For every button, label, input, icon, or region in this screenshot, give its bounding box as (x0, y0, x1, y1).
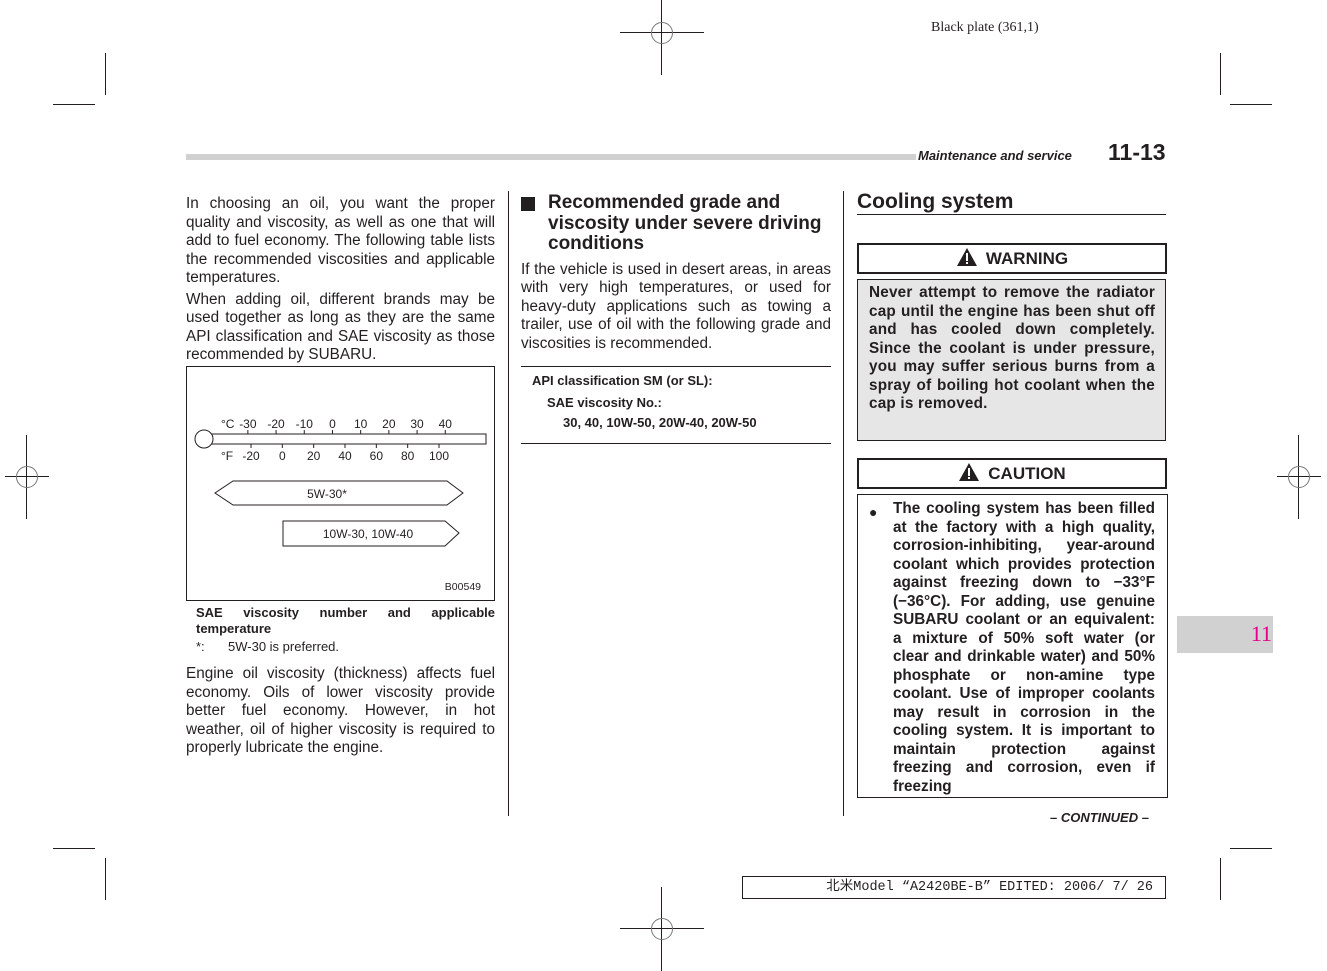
note-key: *: (196, 639, 205, 654)
caution-label: CAUTION (988, 464, 1066, 483)
crop-mark (1220, 858, 1221, 900)
column-divider (508, 191, 509, 816)
chapter-number: 11 (1250, 621, 1272, 646)
warning-triangle-icon (959, 463, 980, 481)
note-text: 5W-30 is preferred. (228, 639, 340, 654)
warning-label: WARNING (985, 249, 1069, 268)
page-number: 11-13 (1108, 139, 1166, 165)
caution-header: CAUTION (857, 458, 1167, 489)
fahrenheit-tick-label: 100 (429, 449, 449, 463)
celsius-tick-label: -10 (296, 417, 314, 431)
registration-mark-bottom (620, 887, 704, 971)
paragraph: When adding oil, different brands may be… (186, 290, 495, 364)
thermometer-tube (211, 433, 487, 445)
crop-mark (53, 104, 95, 105)
section-heading: Recommended grade and viscosity under se… (548, 192, 822, 254)
crop-mark (1230, 104, 1272, 105)
crop-mark (105, 53, 106, 95)
crop-mark (1220, 53, 1221, 95)
chapter-tab: 11 (1177, 616, 1273, 653)
fahrenheit-tick-label: 0 (279, 449, 286, 463)
oil-spec-box: API classification SM (or SL): SAE visco… (521, 366, 831, 444)
caution-text: The cooling system has been filled at th… (893, 500, 1155, 795)
paragraph: Engine oil viscosity (thickness) affects… (186, 665, 495, 756)
plate-label: Black plate (361,1) (931, 20, 1039, 35)
crop-mark (1230, 848, 1272, 849)
range-label-5w30: 5W-30* (307, 487, 347, 501)
warning-header: WARNING (857, 243, 1167, 274)
print-footer: 北米Model “A2420BE-B” EDITED: 2006/ 7/ 26 (742, 876, 1166, 899)
sae-label: SAE viscosity No.: (547, 395, 662, 410)
viscosity-figure: °C °F -30 -20 -10 0 10 20 30 40 -20 0 20 40 60 80 100… (186, 366, 495, 601)
continued-label: – CONTINUED – (1050, 810, 1149, 825)
thermometer-bulb (194, 429, 214, 449)
fahrenheit-tick-label: 80 (401, 449, 415, 463)
paragraph: If the vehicle is used in desert areas, … (521, 260, 831, 352)
paragraph: In choosing an oil, you want the proper … (186, 195, 495, 286)
celsius-tick-label: 30 (410, 417, 424, 431)
registration-mark-right (1277, 435, 1321, 519)
celsius-tick-label: -30 (239, 417, 257, 431)
celsius-unit: °C (221, 417, 235, 431)
warning-text: Never attempt to remove the radiator cap… (857, 279, 1166, 441)
caution-box: ● The cooling system has been filled at … (857, 494, 1168, 798)
crop-mark (53, 848, 95, 849)
figure-note: *: 5W-30 is preferred. (196, 639, 339, 654)
header-rule (186, 154, 916, 160)
column-2: Recommended grade and viscosity under se… (521, 192, 831, 353)
fahrenheit-tick-label: -20 (242, 449, 260, 463)
bullet-icon: ● (869, 504, 878, 520)
fahrenheit-tick-label: 40 (338, 449, 352, 463)
fahrenheit-unit: °F (221, 449, 233, 463)
heading-bullet-icon (521, 197, 535, 211)
celsius-tick-label: 10 (354, 417, 368, 431)
celsius-tick-label: 20 (382, 417, 396, 431)
api-classification: API classification SM (or SL): (532, 373, 713, 388)
section-title: Maintenance and service (918, 148, 1072, 163)
column-3: Cooling system (857, 191, 1166, 215)
section-heading: Cooling system (857, 191, 1166, 215)
viscosity-diagram: °C °F -30 -20 -10 0 10 20 30 40 -20 0 20 40 60 80 100… (194, 417, 487, 593)
column-divider (843, 191, 844, 816)
fahrenheit-tick-label: 60 (370, 449, 384, 463)
column-1-bottom: Engine oil viscosity (thickness) affects… (186, 665, 495, 761)
registration-mark-top (620, 0, 704, 75)
figure-id: B00549 (445, 581, 481, 593)
figure-caption: SAE viscosity number and applicable temp… (196, 605, 495, 636)
celsius-tick-label: -20 (267, 417, 285, 431)
celsius-tick-label: 0 (329, 417, 336, 431)
registration-mark-left (5, 435, 49, 519)
sae-values: 30, 40, 10W-50, 20W-40, 20W-50 (563, 415, 757, 430)
fahrenheit-tick-label: 20 (307, 449, 321, 463)
crop-mark (105, 858, 106, 900)
range-label-10w: 10W-30, 10W-40 (323, 527, 414, 541)
footer-text: 北米Model “A2420BE-B” EDITED: 2006/ 7/ 26 (826, 880, 1153, 895)
column-1: In choosing an oil, you want the proper … (186, 195, 495, 368)
warning-triangle-icon (956, 248, 977, 266)
celsius-tick-label: 40 (439, 417, 453, 431)
